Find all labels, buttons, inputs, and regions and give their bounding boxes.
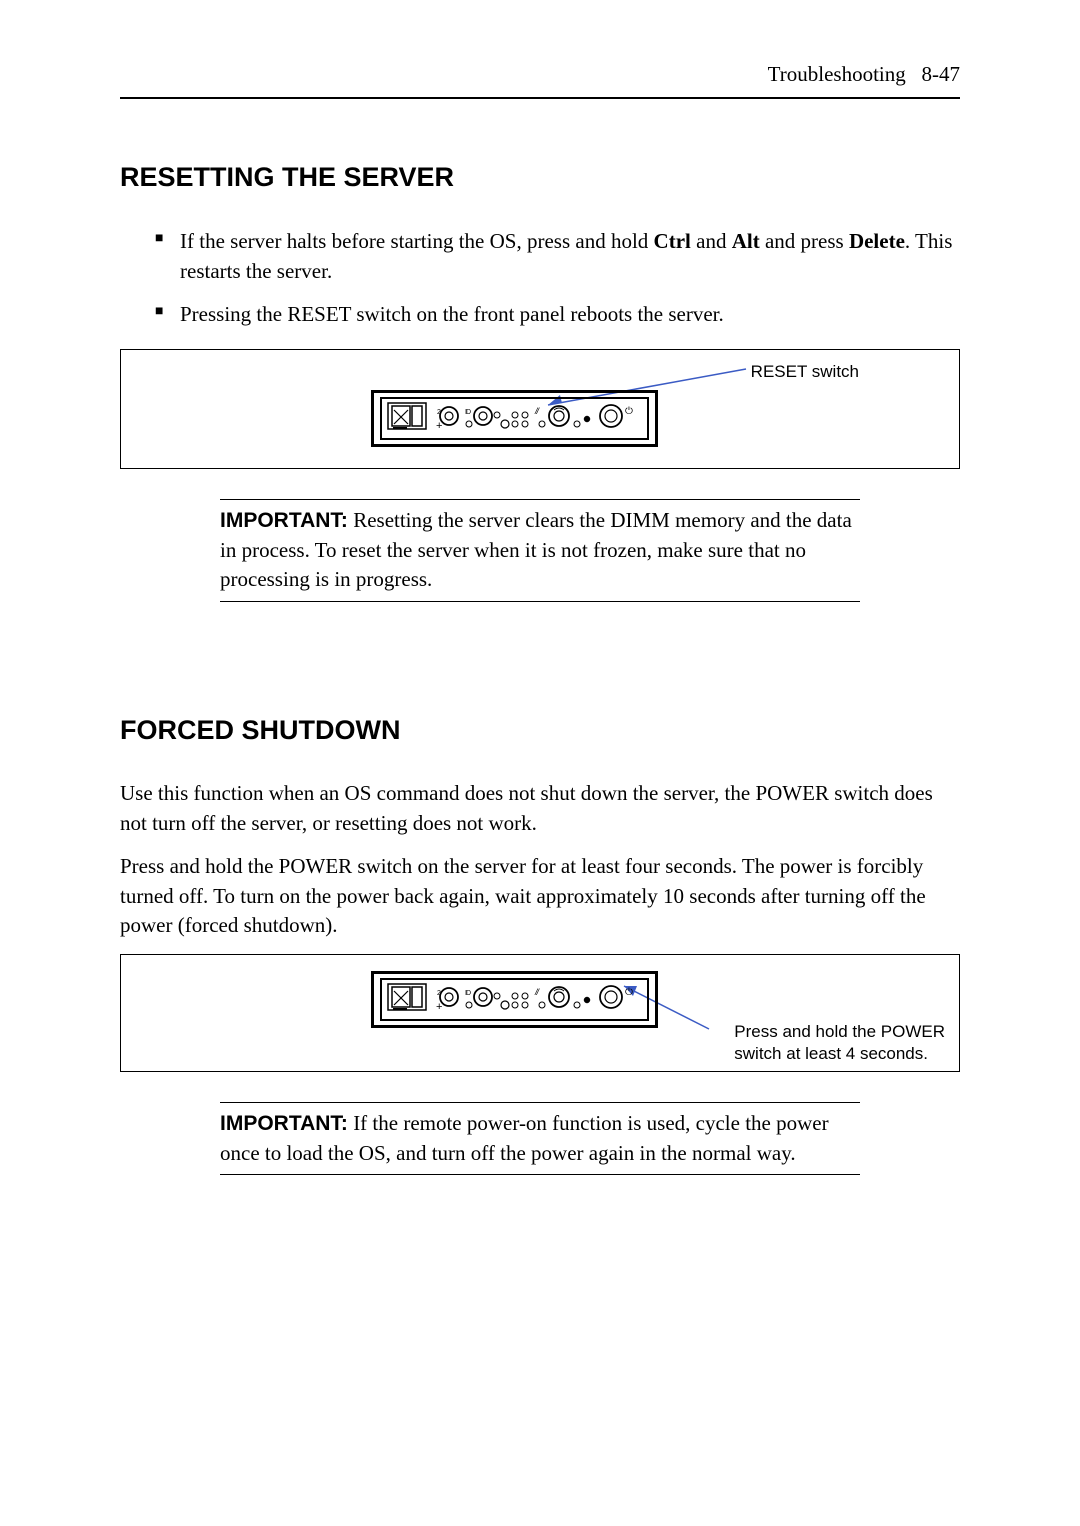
reset-figure: RESET switch 2 + ID [120, 349, 960, 469]
server-front-panel-icon: 2 + ID // [371, 390, 658, 447]
important-label: IMPORTANT: [220, 1112, 348, 1135]
important-label: IMPORTANT: [220, 509, 348, 532]
reset-switch-label: RESET switch [751, 360, 859, 384]
reset-bullet-list: If the server halts before starting the … [120, 227, 960, 329]
svg-text://: // [534, 987, 541, 997]
svg-text:+: + [436, 1001, 442, 1011]
key-delete: Delete [849, 229, 905, 253]
key-alt: Alt [732, 229, 760, 253]
important-note-power: IMPORTANT: If the remote power-on functi… [220, 1102, 860, 1175]
svg-text://: // [534, 406, 541, 416]
resetting-server-heading: RESETTING THE SERVER [120, 159, 960, 197]
forced-shutdown-heading: FORCED SHUTDOWN [120, 712, 960, 750]
svg-text:ID: ID [465, 409, 471, 416]
svg-text:⏻: ⏻ [625, 987, 633, 998]
power-figure: 2 + ID // [120, 954, 960, 1072]
header-section: Troubleshooting [768, 62, 906, 86]
svg-text:⏻: ⏻ [625, 406, 633, 417]
important-note-reset: IMPORTANT: Resetting the server clears t… [220, 499, 860, 601]
header-page: 8-47 [922, 62, 961, 86]
page-header: Troubleshooting 8-47 [120, 60, 960, 99]
svg-text:+: + [436, 420, 442, 430]
svg-text:ID: ID [465, 990, 471, 997]
power-switch-caption: Press and hold the POWER switch at least… [734, 1021, 945, 1065]
forced-shutdown-para1: Use this function when an OS command doe… [120, 779, 960, 838]
key-ctrl: Ctrl [654, 229, 691, 253]
front-panel-svg-icon: 2 + ID // [387, 402, 642, 430]
front-panel-svg-icon: 2 + ID // [387, 983, 642, 1011]
list-item: Pressing the RESET switch on the front p… [180, 300, 960, 329]
server-front-panel-icon: 2 + ID // [371, 971, 658, 1028]
list-item: If the server halts before starting the … [180, 227, 960, 286]
forced-shutdown-para2: Press and hold the POWER switch on the s… [120, 852, 960, 940]
